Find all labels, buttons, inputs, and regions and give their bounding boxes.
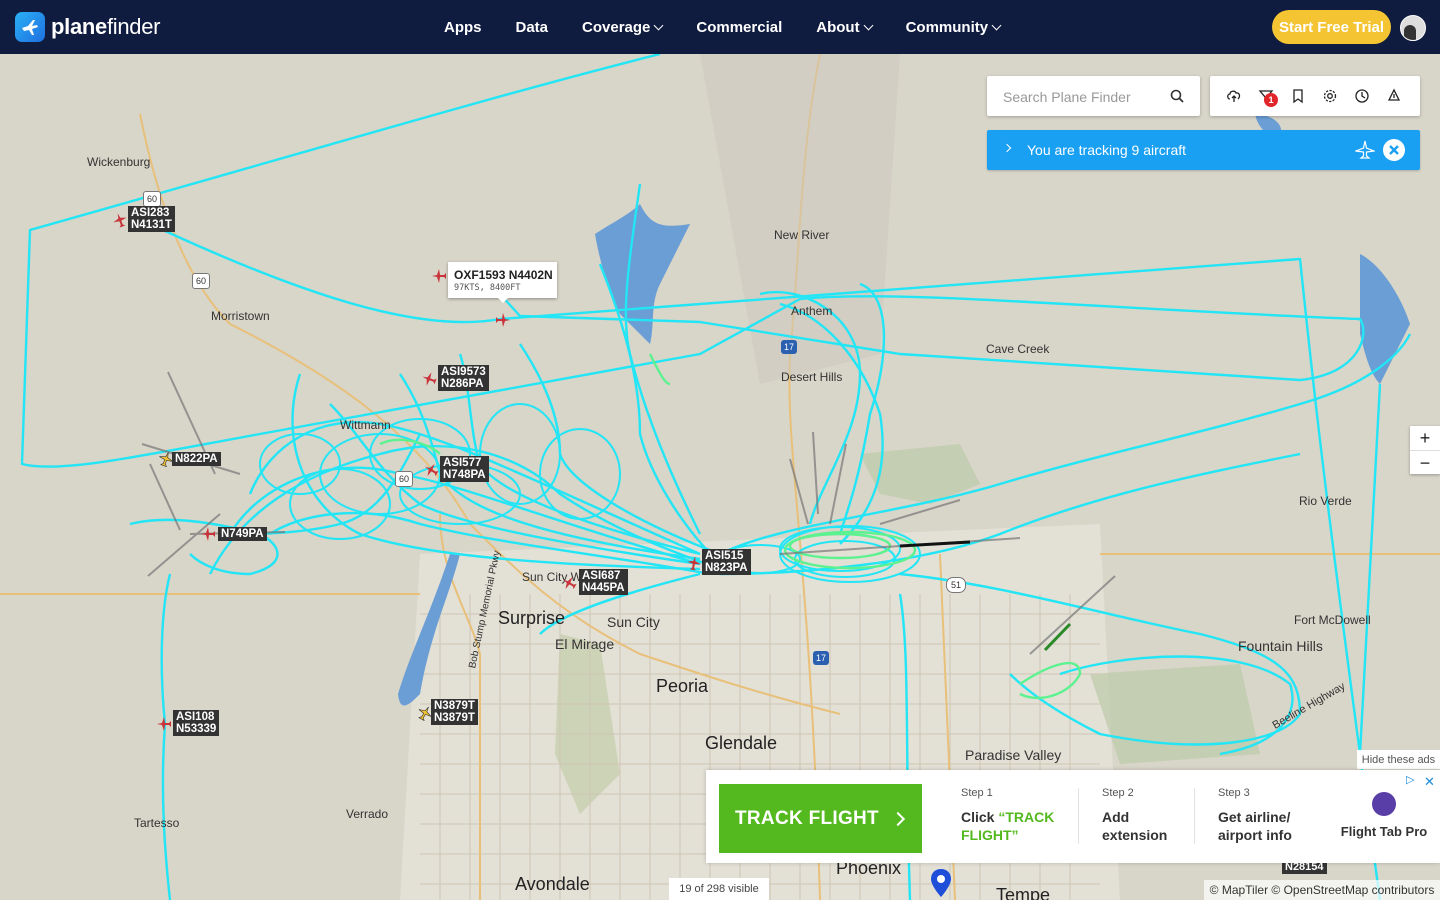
place-paradise-valley: Paradise Valley [965, 747, 1062, 763]
divider [1078, 788, 1079, 844]
interstate-17-shield: 17 [813, 651, 829, 665]
avatar[interactable] [1400, 15, 1426, 41]
highway-60-shield: 60 [143, 191, 161, 207]
flight-tab-pro-icon [1372, 792, 1396, 816]
place-fort-mcdowell: Fort McDowell [1294, 613, 1371, 627]
aircraft-icon-selected[interactable] [495, 312, 511, 328]
aircraft-label[interactable]: N749PA [218, 527, 267, 541]
tracking-banner[interactable]: You are tracking 9 aircraft [987, 130, 1420, 170]
place-new-river: New River [774, 228, 830, 242]
place-avondale: Avondale [515, 874, 590, 894]
search-input[interactable] [1001, 86, 1165, 108]
start-free-trial-button[interactable]: Start Free Trial [1272, 10, 1391, 44]
visible-count: 19 of 298 visible [669, 878, 769, 900]
map-attribution[interactable]: © MapTiler © OpenStreetMap contributors [1204, 880, 1440, 900]
aircraft-icon[interactable] [112, 212, 128, 228]
place-wittmann: Wittmann [340, 418, 391, 432]
chevron-right-icon [1002, 143, 1012, 153]
flight-tab-pro[interactable]: Flight Tab Pro [1334, 792, 1434, 839]
top-nav: planefinder Apps Data Coverage Commercia… [0, 0, 1440, 54]
filter-badge: 1 [1264, 93, 1278, 107]
nav-commercial[interactable]: Commercial [696, 19, 782, 36]
interstate-17-shield: 17 [781, 340, 797, 354]
aircraft-icon[interactable] [561, 575, 577, 591]
place-el-mirage: El Mirage [555, 636, 615, 652]
aircraft-label[interactable]: ASI9573 N286PA [438, 365, 489, 391]
hide-ads-link[interactable]: Hide these ads [1357, 750, 1440, 769]
close-icon[interactable] [1382, 138, 1406, 162]
cloud-upload-icon[interactable] [1226, 88, 1242, 104]
aircraft-label[interactable]: ASI283 N4131T [128, 206, 175, 232]
divider [1194, 788, 1195, 844]
place-fountain-hills: Fountain Hills [1238, 638, 1323, 654]
place-surprise: Surprise [498, 608, 566, 628]
highway-60-shield: 60 [395, 471, 413, 487]
aircraft-icon[interactable] [200, 526, 216, 542]
place-anthem: Anthem [791, 304, 833, 318]
search-icon[interactable] [1170, 89, 1184, 103]
aircraft-icon[interactable] [421, 371, 437, 387]
settings-icon[interactable] [1322, 88, 1338, 104]
chevron-right-icon [890, 811, 906, 827]
place-desert-hills: Desert Hills [781, 370, 843, 384]
aircraft-label[interactable]: N822PA [172, 452, 221, 466]
ad-step-2: Step 2 Add extension [1102, 787, 1168, 843]
ad-step-1: Step 1 Click “TRACK FLIGHT” [961, 787, 1055, 843]
place-sun-city: Sun City [607, 614, 660, 630]
history-icon[interactable] [1354, 88, 1370, 104]
airplane-icon [1355, 140, 1375, 159]
nav-apps[interactable]: Apps [444, 19, 482, 36]
nav-coverage[interactable]: Coverage [582, 19, 664, 36]
place-morristown: Morristown [211, 309, 270, 323]
place-rio-verde: Rio Verde [1299, 494, 1352, 508]
chevron-down-icon [653, 20, 664, 31]
plane-logo-icon [15, 12, 45, 42]
nav-community[interactable]: Community [906, 19, 1002, 36]
aircraft-label[interactable]: ASI687 N445PA [579, 569, 628, 595]
tracking-text: You are tracking 9 aircraft [1027, 142, 1187, 158]
aircraft-icon[interactable] [431, 268, 447, 284]
place-cave-creek: Cave Creek [986, 342, 1050, 356]
place-tempe: Tempe [996, 885, 1051, 900]
aircraft-icon[interactable] [423, 462, 439, 478]
popup-title: OXF1593 N4402N [454, 268, 553, 282]
nav-data[interactable]: Data [516, 19, 549, 36]
track-flight-ad-button[interactable]: TRACK FLIGHT [719, 784, 922, 853]
nav-links: Apps Data Coverage Commercial About Comm… [427, 0, 1017, 54]
aircraft-label[interactable]: ASI577 N748PA [440, 456, 489, 482]
location-pin-icon[interactable] [930, 868, 952, 898]
aircraft-label[interactable]: N3879T N3879T [431, 699, 478, 725]
ad-info-icon[interactable]: ▷ [1406, 773, 1414, 786]
highway-60-shield: 60 [192, 273, 210, 289]
ad-step-3: Step 3 Get airline/ airport info [1218, 787, 1292, 843]
brand-logo[interactable]: planefinder [15, 12, 161, 42]
bookmark-icon[interactable] [1290, 88, 1306, 104]
nav-about[interactable]: About [816, 19, 874, 36]
aircraft-popup[interactable]: OXF1593 N4402N 97KTS, 8400FT [448, 262, 557, 303]
place-glendale: Glendale [705, 733, 778, 753]
zoom-in-button[interactable]: + [1410, 426, 1440, 450]
ad-banner: TRACK FLIGHT Step 1 Click “TRACK FLIGHT”… [706, 770, 1440, 863]
place-wickenburg: Wickenburg [87, 155, 151, 169]
chevron-down-icon [863, 20, 874, 31]
aircraft-label[interactable]: ASI108 N53339 [173, 710, 220, 736]
ad-close-icon[interactable]: ✕ [1424, 774, 1435, 790]
aircraft-icon[interactable] [686, 555, 702, 571]
highway-51-shield: 51 [946, 577, 966, 593]
search-box [987, 76, 1200, 116]
zoom-out-button[interactable]: − [1410, 450, 1440, 475]
aircraft-icon[interactable] [156, 716, 172, 732]
playback-icon[interactable] [1386, 88, 1402, 104]
aircraft-label[interactable]: ASI515 N823PA [702, 549, 751, 575]
zoom-control: + − [1410, 426, 1440, 474]
chevron-down-icon [991, 20, 1002, 31]
brand-name: planefinder [51, 14, 161, 39]
place-verrado: Verrado [346, 807, 389, 821]
map-toolbar [1210, 76, 1420, 116]
place-peoria: Peoria [656, 676, 709, 696]
popup-speed-altitude: 97KTS, 8400FT [454, 283, 521, 293]
place-tartesso: Tartesso [134, 816, 180, 830]
